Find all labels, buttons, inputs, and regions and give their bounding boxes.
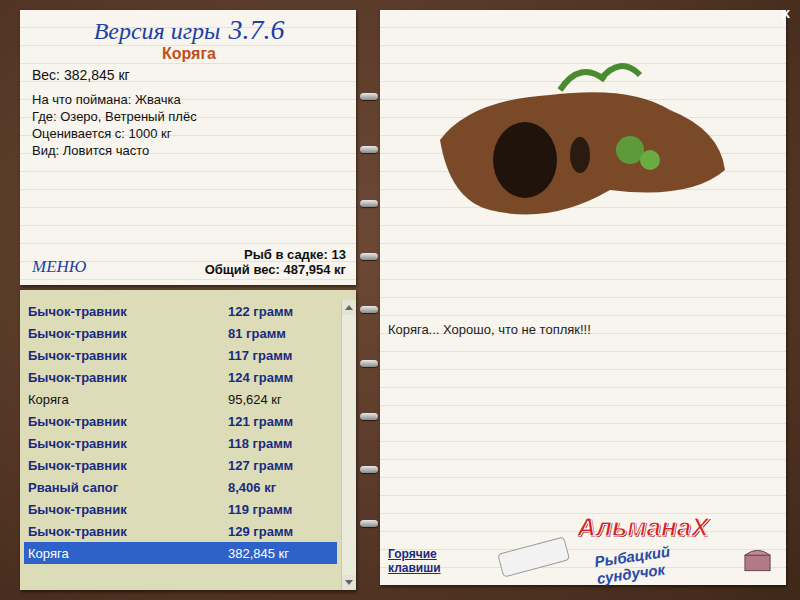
photo-page: Коряга... Хорошо, что не топляк!!! Горячи… [380,10,786,585]
scrollbar[interactable] [341,300,356,590]
chest-icon [743,547,772,573]
catch-list: Бычок-травник122 граммБычок-травник81 гр… [20,290,356,590]
almanac-screen: Версия игры3.7.6Коряга Вес: 382,845 кг На … [0,0,800,600]
item-detail: Где: Озеро, Ветреный плёс [32,108,346,125]
catch-row[interactable]: Бычок-травник129 грамм [24,520,337,542]
catch-row[interactable]: Бычок-травник117 грамм [24,344,337,366]
catch-row[interactable]: Коряга382,845 кг [24,542,337,564]
catch-row[interactable]: Бычок-травник81 грамм [24,322,337,344]
almanac-logo: АльманаХРыбацкий сундучок [577,512,772,577]
item-name: Коряга [32,45,346,63]
item-photo [388,20,772,260]
driftwood-icon [430,50,730,230]
catch-row[interactable]: Бычок-травник124 грамм [24,366,337,388]
close-button[interactable]: x [778,4,794,20]
catch-totals: Рыб в садке: 13Общий вес: 487,954 кг [205,247,346,277]
photo-caption: Коряга... Хорошо, что не топляк!!! [388,322,772,337]
version-title: Версия игры3.7.6 [32,16,346,45]
menu-link[interactable]: МЕНЮ [32,257,86,277]
item-weight: Вес: 382,845 кг [32,67,346,83]
item-detail: Оценивается с: 1000 кг [32,125,346,142]
catch-row[interactable]: Рваный сапог8,406 кг [24,476,337,498]
right-page-area: Коряга... Хорошо, что не топляк!!! Горячи… [360,10,786,590]
catch-row[interactable]: Коряга95,624 кг [24,388,337,410]
item-detail: Вид: Ловится часто [32,142,346,159]
scroll-up-button[interactable] [342,300,356,315]
catch-row[interactable]: Бычок-травник122 грамм [24,300,337,322]
catch-row[interactable]: Бычок-травник118 грамм [24,432,337,454]
hotkeys-link[interactable]: Горячие клавиши [388,547,490,575]
catch-row[interactable]: Бычок-травник119 грамм [24,498,337,520]
scroll-down-button[interactable] [342,575,356,590]
catch-row[interactable]: Бычок-травник127 грамм [24,454,337,476]
left-column: Версия игры3.7.6Коряга Вес: 382,845 кг На … [20,10,356,590]
spiral-rings [360,10,380,590]
item-detail: На что поймана: Жвачка [32,91,346,108]
eraser-icon [490,537,577,577]
catch-row[interactable]: Бычок-травник121 грамм [24,410,337,432]
info-card: Версия игры3.7.6Коряга Вес: 382,845 кг На … [20,10,356,285]
